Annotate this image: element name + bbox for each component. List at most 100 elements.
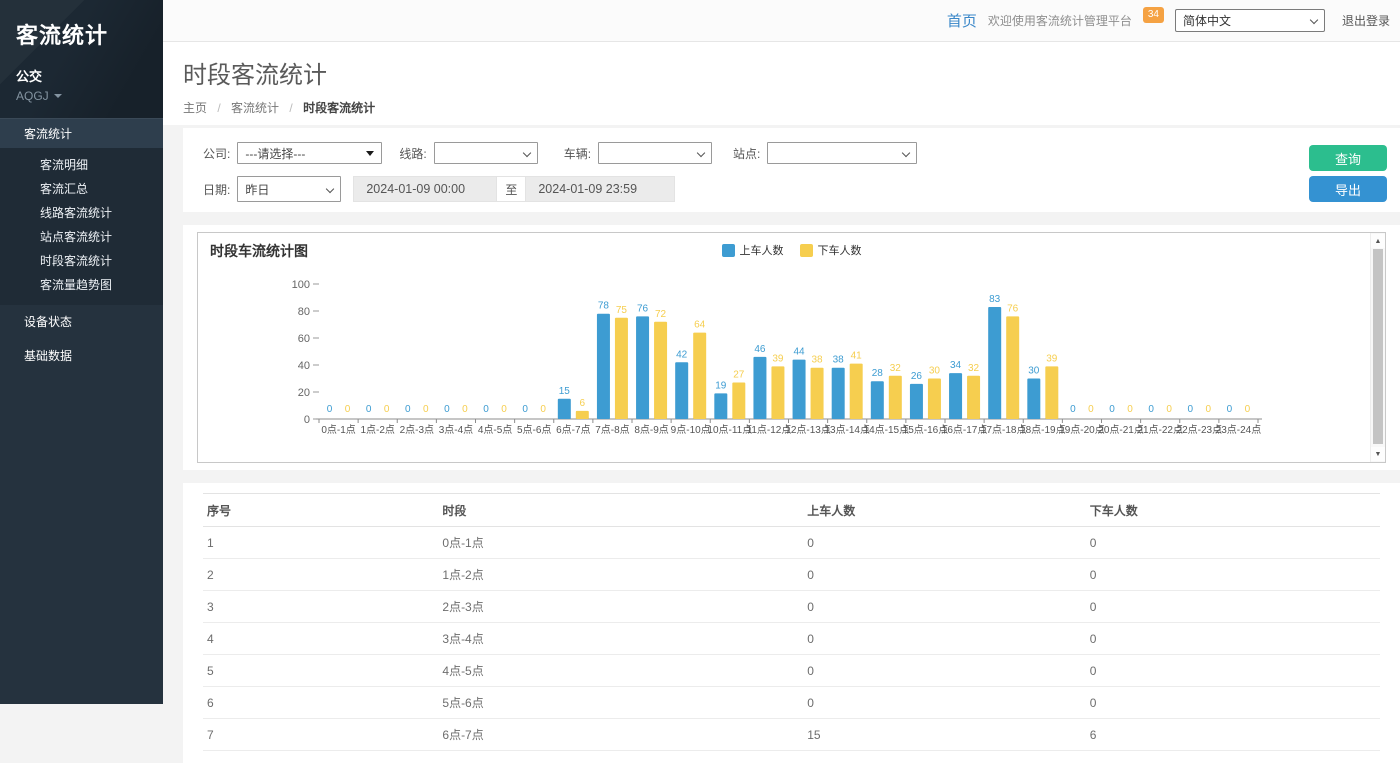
x-axis-label: 4点-5点 xyxy=(478,424,512,436)
bar-value-label: 76 xyxy=(1007,303,1019,314)
table-body: 10点-1点0021点-2点0032点-3点0043点-4点0054点-5点00… xyxy=(203,527,1380,751)
bar-value-label: 19 xyxy=(715,380,727,391)
date-end-input[interactable]: 2024-01-09 23:59 xyxy=(525,176,675,202)
table-row: 32点-3点00 xyxy=(203,591,1380,623)
breadcrumb-section[interactable]: 客流统计 xyxy=(231,101,279,115)
app-title: 客流统计 xyxy=(16,18,147,50)
content-area: 公司: ---请选择--- 线路: 车辆: 站点: xyxy=(163,125,1400,704)
chart-container: 时段车流统计图 上车人数 下车人数 020406080100000点-1点001… xyxy=(197,232,1386,463)
x-axis-label: 0点-1点 xyxy=(321,424,355,436)
table-row: 65点-6点00 xyxy=(203,687,1380,719)
scrollbar-thumb[interactable] xyxy=(1373,249,1383,444)
breadcrumb-home[interactable]: 主页 xyxy=(183,101,207,115)
date-start-input[interactable]: 2024-01-09 00:00 xyxy=(353,176,497,202)
table-row: 76点-7点156 xyxy=(203,719,1380,751)
bar-value-label: 39 xyxy=(1046,353,1058,364)
bar-alighting xyxy=(967,376,980,419)
x-axis-label: 5点-6点 xyxy=(517,424,551,436)
language-select[interactable]: 简体中文 xyxy=(1175,9,1325,32)
table-header-row: 序号 时段 上车人数 下车人数 xyxy=(203,494,1380,527)
org-name: 公交 xyxy=(16,66,147,85)
legend-alighting[interactable]: 下车人数 xyxy=(800,242,862,258)
bar-boarding xyxy=(636,316,649,419)
bar-value-label: 0 xyxy=(1148,404,1154,415)
sidebar-subitem[interactable]: 客流汇总 xyxy=(0,177,163,201)
sidebar-section-base-data[interactable]: 基础数据 xyxy=(0,339,163,373)
date-label: 日期: xyxy=(203,181,230,198)
station-label: 站点: xyxy=(733,145,760,162)
y-axis-label: 40 xyxy=(298,360,310,372)
table-row: 43点-4点00 xyxy=(203,623,1380,655)
period-stats-table: 序号 时段 上车人数 下车人数 10点-1点0021点-2点0032点-3点00… xyxy=(203,493,1380,751)
sidebar-section-passenger-stats[interactable]: 客流统计 xyxy=(0,118,163,148)
line-label: 线路: xyxy=(399,145,426,162)
bar-value-label: 76 xyxy=(637,303,649,314)
sidebar-subitem[interactable]: 时段客流统计 xyxy=(0,249,163,273)
bar-value-label: 0 xyxy=(1088,404,1094,415)
company-label: 公司: xyxy=(203,145,230,162)
bar-alighting xyxy=(811,368,824,419)
col-header-period: 时段 xyxy=(438,494,803,527)
bar-value-label: 0 xyxy=(1245,404,1251,415)
vehicle-select[interactable] xyxy=(598,142,712,164)
export-button[interactable]: 导出 xyxy=(1309,176,1387,202)
bar-value-label: 0 xyxy=(1206,404,1212,415)
table-row: 54点-5点00 xyxy=(203,655,1380,687)
line-select[interactable] xyxy=(434,142,538,164)
x-axis-label: 23点-24点 xyxy=(1216,424,1262,436)
scroll-up-arrow-icon[interactable]: ▲ xyxy=(1371,234,1385,248)
bar-value-label: 46 xyxy=(754,344,766,355)
bar-value-label: 6 xyxy=(580,398,586,409)
bar-value-label: 0 xyxy=(501,404,507,415)
chevron-down-icon xyxy=(522,149,530,157)
bar-value-label: 83 xyxy=(989,294,1001,305)
legend-swatch-blue xyxy=(722,244,735,257)
query-button[interactable]: 查询 xyxy=(1309,145,1387,171)
sidebar-subitem[interactable]: 线路客流统计 xyxy=(0,201,163,225)
legend-boarding[interactable]: 上车人数 xyxy=(722,242,784,258)
legend-label-boarding: 上车人数 xyxy=(740,242,784,258)
filter-panel: 公司: ---请选择--- 线路: 车辆: 站点: xyxy=(183,128,1400,212)
logout-link[interactable]: 退出登录 xyxy=(1336,12,1390,29)
bar-value-label: 0 xyxy=(522,404,528,415)
bar-alighting xyxy=(771,366,784,419)
sidebar-section-device-status[interactable]: 设备状态 xyxy=(0,305,163,339)
date-preset-select[interactable]: 昨日 xyxy=(237,176,341,202)
bar-value-label: 75 xyxy=(616,305,628,316)
sidebar-subitem[interactable]: 站点客流统计 xyxy=(0,225,163,249)
y-axis-label: 80 xyxy=(298,306,310,318)
bar-boarding xyxy=(558,399,571,419)
main-area: 首页 欢迎使用客流统计管理平台 34 简体中文 退出登录 时段客流统计 主页 /… xyxy=(163,0,1400,704)
chevron-down-icon xyxy=(697,149,705,157)
bar-value-label: 42 xyxy=(676,349,688,360)
bar-value-label: 0 xyxy=(423,404,429,415)
bar-value-label: 0 xyxy=(1070,404,1076,415)
sidebar-subitem[interactable]: 客流明细 xyxy=(0,153,163,177)
sidebar-subitem[interactable]: 客流量趋势图 xyxy=(0,273,163,297)
bar-value-label: 39 xyxy=(772,353,784,364)
chart-scrollbar[interactable]: ▲ ▼ xyxy=(1370,233,1385,462)
bar-chart: 020406080100000点-1点001点-2点002点-3点003点-4点… xyxy=(198,259,1363,459)
scroll-down-arrow-icon[interactable]: ▼ xyxy=(1371,447,1385,461)
chart-panel: 时段车流统计图 上车人数 下车人数 020406080100000点-1点001… xyxy=(183,225,1400,470)
y-axis-label: 100 xyxy=(292,279,310,291)
bar-boarding xyxy=(871,381,884,419)
notification-badge: 34 xyxy=(1143,7,1164,23)
x-axis-label: 1点-2点 xyxy=(360,424,394,436)
bar-boarding xyxy=(910,384,923,419)
org-selector[interactable]: AQGJ xyxy=(16,89,62,103)
sidebar: 客流统计 公交 AQGJ 客流统计 客流明细客流汇总线路客流统计站点客流统计时段… xyxy=(0,0,163,704)
bar-value-label: 28 xyxy=(872,368,884,379)
bar-value-label: 0 xyxy=(405,404,411,415)
language-select-value: 简体中文 xyxy=(1183,12,1231,29)
bar-value-label: 0 xyxy=(1109,404,1115,415)
org-code-label: AQGJ xyxy=(16,89,49,103)
x-axis-label: 8点-9点 xyxy=(634,424,668,436)
chevron-down-icon xyxy=(902,149,910,157)
bar-alighting xyxy=(889,376,902,419)
station-select[interactable] xyxy=(767,142,917,164)
company-select[interactable]: ---请选择--- xyxy=(237,142,382,164)
home-link[interactable]: 首页 xyxy=(947,10,977,31)
chevron-down-icon xyxy=(1310,16,1318,24)
bar-value-label: 0 xyxy=(1188,404,1194,415)
